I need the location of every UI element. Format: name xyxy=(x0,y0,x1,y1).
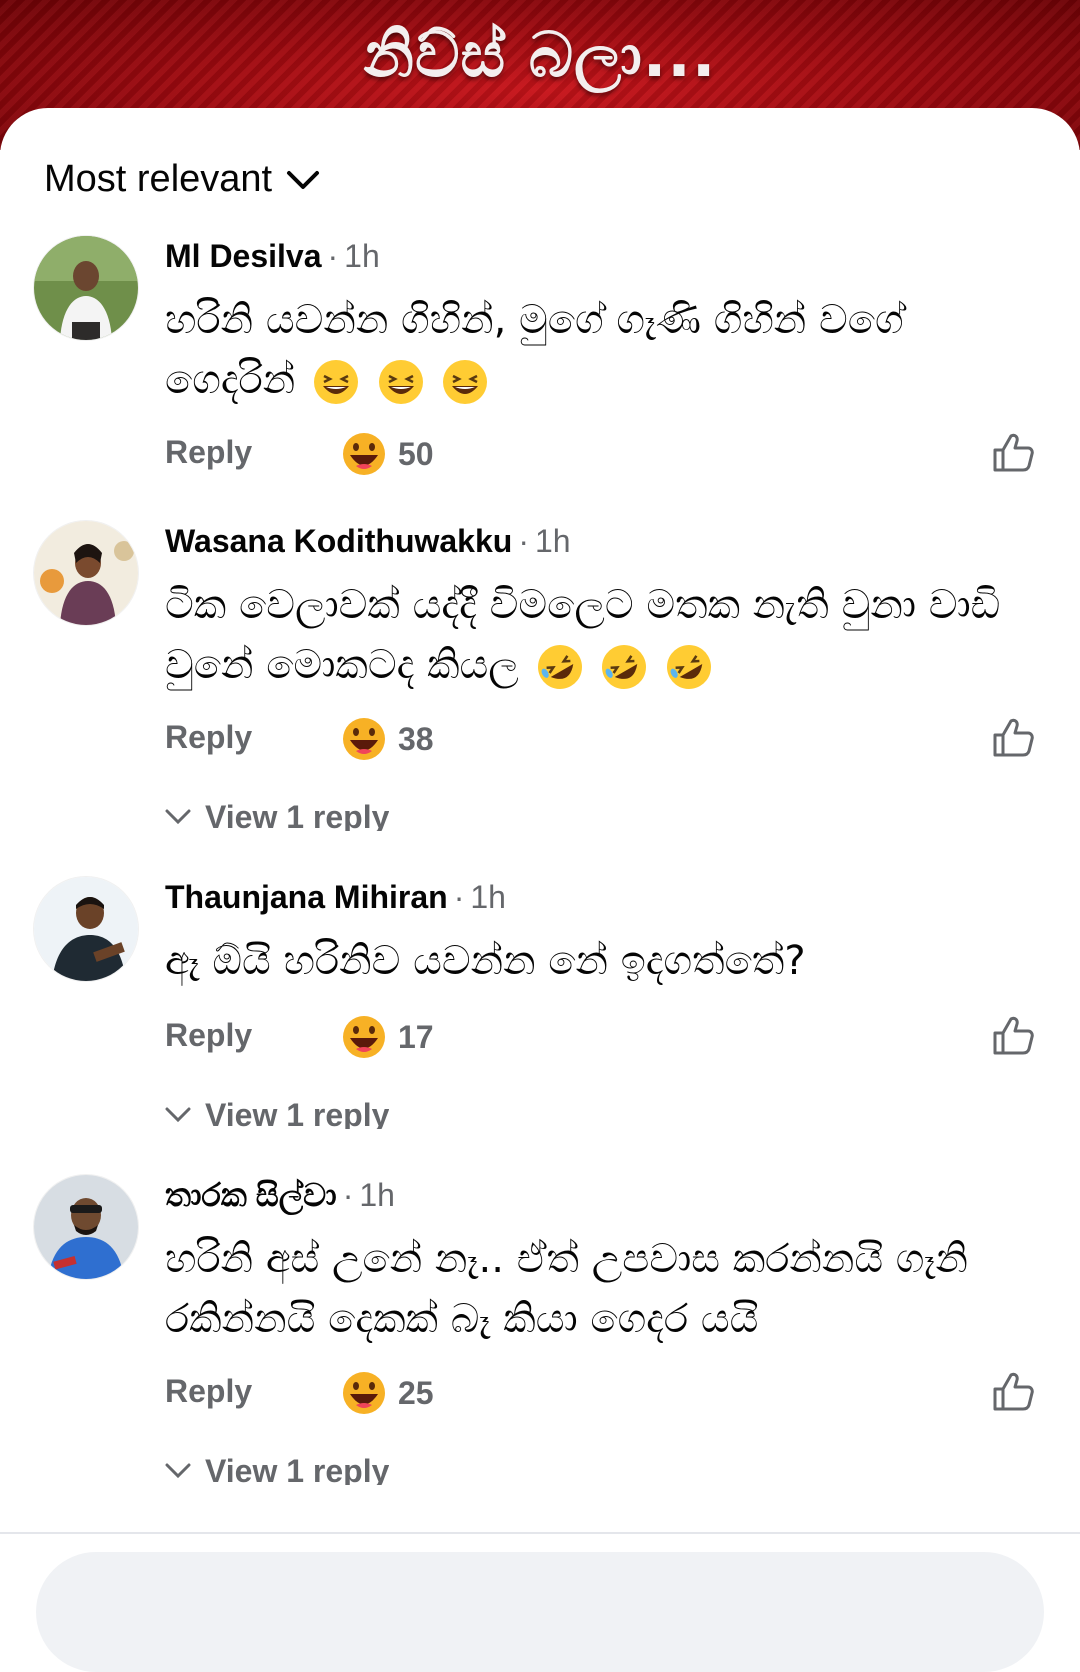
like-thumb-icon[interactable] xyxy=(991,1369,1035,1413)
comment-header: තාරක සිල්වා · 1h xyxy=(165,1177,395,1215)
comment-time[interactable]: 1h xyxy=(359,1177,395,1213)
chevron-down-icon xyxy=(287,170,320,189)
rolling-on-floor-laughing-emoji xyxy=(602,645,647,689)
view-replies-label: View 1 reply xyxy=(205,1453,390,1485)
separator-dot: · xyxy=(342,1177,354,1213)
laughing-emoji xyxy=(443,360,488,404)
comment-header: Ml Desilva · 1h xyxy=(165,238,380,275)
reaction-count: 25 xyxy=(398,1374,434,1411)
comment-composer[interactable] xyxy=(36,1552,1044,1672)
reaction-summary[interactable]: 17 xyxy=(342,1015,434,1059)
rolling-on-floor-laughing-emoji xyxy=(537,645,582,689)
reaction-summary[interactable]: 50 xyxy=(342,432,434,476)
comment-body: හරිනි අස් උනේ නෑ.. ඒත් උපවාස කරන්නයි ගෑන… xyxy=(165,1236,969,1342)
chevron-down-icon xyxy=(165,1463,191,1479)
chevron-down-icon xyxy=(165,1107,191,1123)
laughing-emoji xyxy=(313,360,358,404)
laughing-emoji-group xyxy=(308,357,489,404)
comment-author[interactable]: Wasana Kodithuwakku xyxy=(165,523,512,559)
like-thumb-icon[interactable] xyxy=(991,430,1035,474)
haha-reaction-icon xyxy=(343,1016,385,1058)
comments-sheet: Most relevant Ml Desilva · 1h හරිනි යවන්න … xyxy=(0,108,1080,1628)
avatar[interactable] xyxy=(34,877,138,981)
separator-dot: · xyxy=(518,523,529,559)
avatar[interactable] xyxy=(34,521,138,625)
reply-button[interactable]: Reply xyxy=(165,1017,252,1054)
comment-body: හරිනි යවන්න ගිහින්, මුගේ ගෑණි ගිහින් වගේ… xyxy=(165,297,904,403)
chevron-down-icon xyxy=(165,809,191,825)
avatar[interactable] xyxy=(34,236,138,340)
view-replies-label: View 1 reply xyxy=(205,799,390,831)
comment-header: Thaunjana Mihiran · 1h xyxy=(165,879,506,916)
comment-text: හරිනි යවන්න ගිහින්, මුගේ ගෑණි ගිහින් වගේ… xyxy=(165,290,1045,410)
view-replies-link[interactable]: View 1 reply xyxy=(165,1453,389,1485)
comment-author[interactable]: Thaunjana Mihiran xyxy=(165,879,448,915)
haha-reaction-icon xyxy=(343,1372,385,1414)
rofl-emoji-group xyxy=(532,642,713,689)
banner-title: නිව්ස් බලා... xyxy=(363,18,717,91)
comment-author[interactable]: Ml Desilva xyxy=(165,238,322,274)
separator-dot: · xyxy=(453,879,465,915)
like-thumb-icon[interactable] xyxy=(991,1013,1035,1057)
view-replies-link[interactable]: View 1 reply xyxy=(165,799,389,831)
laughing-emoji xyxy=(378,360,423,404)
comment-time[interactable]: 1h xyxy=(535,523,571,559)
sort-label: Most relevant xyxy=(44,158,273,200)
rolling-on-floor-laughing-emoji xyxy=(667,645,711,689)
reaction-summary[interactable]: 38 xyxy=(342,717,434,761)
reply-button[interactable]: Reply xyxy=(165,719,252,756)
reaction-summary[interactable]: 25 xyxy=(342,1371,434,1415)
separator-dot: · xyxy=(327,238,339,274)
comment-actions: Reply 17 xyxy=(165,1015,1045,1065)
view-replies-link[interactable]: View 1 reply xyxy=(165,1097,389,1129)
comment-actions: Reply 38 xyxy=(165,717,1045,767)
reaction-count: 50 xyxy=(398,435,434,472)
comment-text: හරිනි අස් උනේ නෑ.. ඒත් උපවාස කරන්නයි ගෑන… xyxy=(165,1229,1045,1349)
comment-text: ඈ ඕයි හරිනිව යවන්න නේ ඉදගත්තේ? xyxy=(165,931,1045,991)
sort-dropdown[interactable]: Most relevant xyxy=(44,158,320,201)
comment-actions: Reply 25 xyxy=(165,1371,1045,1421)
like-thumb-icon[interactable] xyxy=(991,715,1035,759)
comment-time[interactable]: 1h xyxy=(470,879,506,915)
composer-divider xyxy=(0,1532,1080,1534)
reply-button[interactable]: Reply xyxy=(165,434,252,471)
avatar[interactable] xyxy=(34,1175,138,1279)
reaction-count: 17 xyxy=(398,1018,434,1055)
comment-body: ඈ ඕයි හරිනිව යවන්න නේ ඉදගත්තේ? xyxy=(165,938,806,984)
haha-reaction-icon xyxy=(343,433,385,475)
haha-reaction-icon xyxy=(343,718,385,760)
comment-actions: Reply 50 xyxy=(165,432,1045,482)
comment-header: Wasana Kodithuwakku · 1h xyxy=(165,523,571,560)
reply-button[interactable]: Reply xyxy=(165,1373,252,1410)
view-replies-label: View 1 reply xyxy=(205,1097,390,1129)
comment-author[interactable]: තාරක සිල්වා xyxy=(165,1177,337,1213)
comment-text: ටික වෙලාවක් යද්දී විමලෙට මතක නැති වුනා ව… xyxy=(165,575,1045,695)
comment-time[interactable]: 1h xyxy=(344,238,380,274)
reaction-count: 38 xyxy=(398,720,434,757)
